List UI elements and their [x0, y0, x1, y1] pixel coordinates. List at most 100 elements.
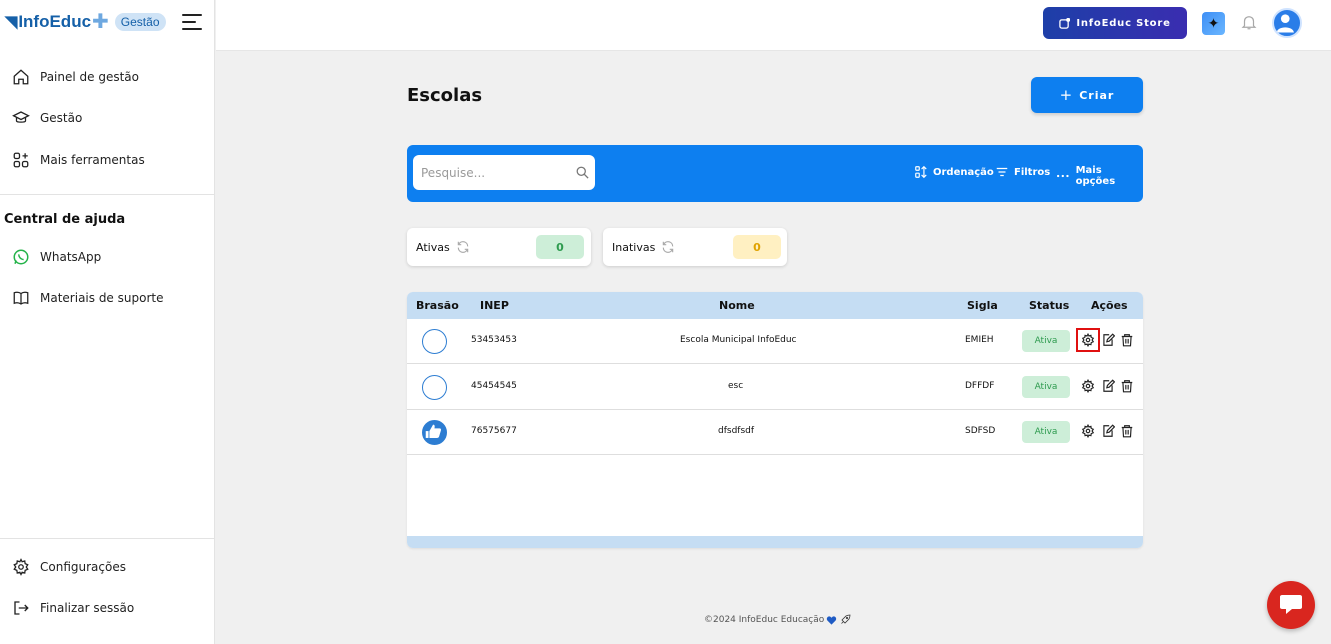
grid-plus-icon [13, 152, 29, 168]
brand-badge: Gestão [114, 13, 166, 31]
filters-label: Filtros [1014, 166, 1051, 178]
topbar: InfoEduc Store ✦ [216, 0, 1331, 51]
help-section-title: Central de ajuda [4, 212, 126, 227]
cell-inep: 53453453 [471, 335, 517, 345]
sidebar-item-label: Configurações [40, 560, 126, 574]
thumbs-up-icon [425, 424, 442, 438]
status-badge: Ativa [1022, 421, 1070, 443]
cell-name: Escola Municipal InfoEduc [680, 335, 797, 345]
cell-name: esc [728, 381, 744, 391]
footer-text: ©2024 InfoEduc Educação [704, 615, 825, 625]
header-name: Nome [719, 299, 755, 312]
external-link-icon [1059, 17, 1071, 29]
search-icon[interactable] [575, 165, 590, 180]
sidebar-item-ferramentas[interactable]: Mais ferramentas [12, 151, 145, 169]
sidebar-item-label: Mais ferramentas [40, 153, 145, 167]
sidebar-item-whatsapp[interactable]: WhatsApp [12, 248, 101, 266]
search-box [413, 155, 595, 190]
edit-icon[interactable] [1101, 379, 1115, 393]
edit-icon[interactable] [1101, 424, 1115, 438]
inactive-card[interactable]: Inativas 0 [603, 228, 787, 266]
more-options-label: Mais opções [1075, 165, 1116, 187]
header-inep: INEP [480, 299, 509, 312]
menu-toggle-icon[interactable] [182, 14, 202, 30]
cell-acronym: DFFDF [965, 381, 995, 391]
refresh-icon [663, 241, 674, 253]
sidebar-item-configuracoes[interactable]: Configurações [12, 558, 126, 576]
settings-gear-icon[interactable] [1081, 424, 1095, 438]
settings-gear-icon[interactable] [1081, 379, 1095, 393]
trash-icon[interactable] [1120, 424, 1134, 438]
sort-label: Ordenação [933, 166, 994, 178]
school-crest [422, 329, 447, 354]
sidebar: ◥ InfoEduc ✚ Gestão Painel de gestão Gestã… [0, 0, 215, 644]
chat-button[interactable] [1267, 581, 1315, 629]
table-row: 53453453 Escola Municipal InfoEduc EMIEH… [407, 319, 1143, 364]
sidebar-item-gestao[interactable]: Gestão [12, 109, 82, 127]
header-actions: Ações [1091, 299, 1128, 312]
table-footer [407, 536, 1143, 548]
active-count-badge: 0 [536, 235, 584, 259]
active-label: Ativas [416, 240, 450, 254]
status-badge: Ativa [1022, 330, 1070, 352]
inactive-label: Inativas [612, 240, 656, 254]
header-crest: Brasão [416, 299, 459, 312]
whatsapp-icon [13, 249, 29, 265]
trash-icon[interactable] [1120, 379, 1134, 393]
store-button-label: InfoEduc Store [1076, 17, 1171, 29]
table-row: 45454545 esc DFFDF Ativa [407, 365, 1143, 410]
sidebar-item-label: WhatsApp [40, 250, 102, 264]
sidebar-divider [0, 194, 215, 195]
rocket-icon [841, 614, 851, 624]
trash-icon[interactable] [1120, 333, 1134, 347]
home-icon [13, 69, 29, 85]
sort-icon [915, 165, 927, 179]
store-button[interactable]: InfoEduc Store [1043, 7, 1187, 39]
edit-icon[interactable] [1101, 333, 1115, 347]
active-card[interactable]: Ativas 0 [407, 228, 591, 266]
gear-icon [13, 558, 29, 576]
sidebar-item-label: Painel de gestão [40, 70, 139, 84]
cell-inep: 45454545 [471, 381, 517, 391]
filters-button[interactable]: Filtros [995, 165, 1050, 179]
sidebar-item-painel[interactable]: Painel de gestão [12, 68, 139, 86]
avatar[interactable] [1272, 8, 1302, 38]
settings-gear-icon[interactable] [1076, 328, 1100, 352]
infoeduc-logo: ◥ InfoEduc ✚ [5, 10, 109, 33]
plus-icon: + [1059, 86, 1074, 104]
cell-acronym: SDFSD [965, 426, 996, 436]
sort-button[interactable]: Ordenação [914, 165, 994, 179]
inactive-count-badge: 0 [733, 235, 781, 259]
bell-icon[interactable] [1240, 13, 1258, 31]
filter-bar: Ordenação Filtros Mais opções [407, 145, 1143, 202]
sidebar-item-materiais[interactable]: Materiais de suporte [12, 289, 163, 307]
header-status: Status [1029, 299, 1070, 312]
create-button[interactable]: + Criar [1031, 77, 1143, 113]
page-footer: ©2024 InfoEduc Educação [704, 614, 851, 626]
more-horizontal-icon [1056, 174, 1069, 178]
cell-name: dfsdfsdf [718, 426, 755, 436]
user-icon [1276, 14, 1294, 33]
sidebar-item-label: Gestão [40, 111, 83, 125]
school-crest [422, 420, 447, 445]
chat-bubble-icon [1280, 595, 1302, 614]
sidebar-item-label: Finalizar sessão [40, 601, 135, 615]
page-title: Escolas [407, 85, 483, 106]
logout-icon [14, 601, 29, 615]
search-input[interactable] [413, 155, 573, 190]
brand[interactable]: ◥ InfoEduc ✚ Gestão [5, 10, 166, 34]
sidebar-divider [0, 538, 215, 539]
sidebar-item-logout[interactable]: Finalizar sessão [12, 599, 134, 617]
cell-acronym: EMIEH [965, 335, 994, 345]
heart-icon [827, 615, 837, 625]
more-options-button[interactable]: Mais opções [1055, 165, 1143, 187]
school-crest [422, 375, 447, 400]
inactive-label-wrap: Inativas [612, 240, 675, 254]
brand-name: InfoEduc [18, 12, 92, 31]
sparkle-icon[interactable]: ✦ [1202, 12, 1225, 35]
refresh-icon [457, 241, 468, 253]
book-icon [13, 291, 29, 305]
create-button-label: Criar [1079, 88, 1115, 102]
filter-icon [996, 167, 1008, 177]
table-header: Brasão INEP Nome Sigla Status Ações [407, 292, 1143, 319]
